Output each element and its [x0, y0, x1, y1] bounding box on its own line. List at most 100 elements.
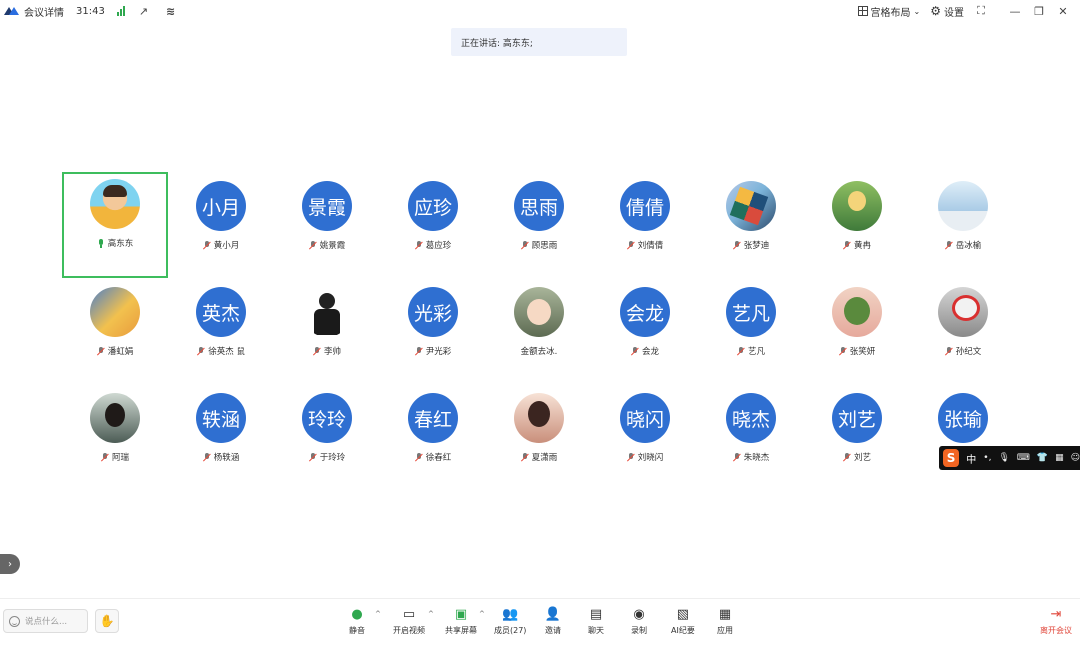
participant-tile[interactable]: 会龙 会龙 — [592, 280, 698, 386]
ai-notes-button[interactable]: ▧ AI纪要 — [671, 607, 695, 636]
ime-emoji-icon[interactable]: ☺ — [1071, 453, 1080, 463]
apps-button[interactable]: ▦ 应用 — [717, 607, 733, 636]
avatar: 晓杰 — [726, 393, 776, 443]
grid-layout-icon — [857, 6, 868, 16]
participant-tile[interactable]: 阿瑞 — [62, 386, 168, 492]
minimize-icon[interactable]: — — [1008, 5, 1022, 18]
participant-tile[interactable]: 倩倩 刘倩倩 — [592, 174, 698, 280]
settings-button[interactable]: ⚙ 设置 — [930, 4, 964, 19]
avatar: 应珍 — [408, 181, 458, 231]
participant-tile[interactable]: 张梦迪 — [698, 174, 804, 280]
invite-button[interactable]: 👤 邀请 — [545, 607, 561, 636]
close-icon[interactable]: ✕ — [1056, 5, 1070, 18]
participant-name-row: 岳冰榆 — [945, 239, 982, 251]
meeting-details-link[interactable]: 会议详情 — [24, 4, 64, 19]
signal-icon[interactable] — [116, 6, 125, 16]
participant-tile[interactable]: 刘艺 刘艺 — [804, 386, 910, 492]
participant-name-row: 葛应珍 — [415, 239, 451, 251]
participant-tile[interactable]: 小月 黄小月 — [168, 174, 274, 280]
participant-tile[interactable]: 景霞 姚景霞 — [274, 174, 380, 280]
chat-button[interactable]: ▤ 聊天 — [588, 607, 604, 636]
share-out-icon[interactable]: ↗ — [139, 5, 148, 18]
expand-panel-button[interactable]: › — [0, 554, 20, 574]
fullscreen-icon[interactable]: ⛶ — [974, 4, 988, 18]
participant-tile[interactable]: 晓杰朱晓杰 — [698, 386, 804, 492]
participant-name: 徐春红 — [425, 453, 452, 463]
chat-input[interactable]: 说点什么... — [3, 609, 88, 633]
participant-name: 孙纪文 — [955, 347, 982, 357]
mic-muted-icon — [945, 240, 953, 250]
participant-tile[interactable]: 英杰 徐英杰鼠 — [168, 280, 274, 386]
participant-tile[interactable]: 金额去冰. — [486, 280, 592, 386]
ime-language[interactable]: 中 — [966, 451, 976, 466]
participant-tile[interactable]: 轶涵 杨轶涵 — [168, 386, 274, 492]
participant-tile[interactable]: 潘虹娟 — [62, 280, 168, 386]
invite-icon: 👤 — [544, 607, 562, 622]
layout-dropdown[interactable]: 宫格布局 ⌄ — [857, 4, 920, 19]
exit-icon: ⇥ — [1050, 607, 1062, 622]
share-options-caret[interactable]: ^ — [479, 610, 485, 618]
mic-muted-icon — [415, 452, 423, 462]
participant-name: 张梦迪 — [743, 241, 770, 251]
avatar — [514, 393, 564, 443]
ime-mic-icon[interactable]: 🎙 — [998, 453, 1009, 463]
ime-logo-icon[interactable]: S — [943, 449, 960, 467]
leave-meeting-button[interactable]: ⇥ 离开会议 — [1040, 607, 1072, 636]
members-button[interactable]: 👥 成员(27) — [494, 607, 526, 636]
raise-hand-button[interactable]: ✋ — [95, 609, 119, 633]
ime-apps-icon[interactable]: ▦ — [1055, 453, 1064, 463]
participant-tile[interactable]: 孙纪文 — [910, 280, 1016, 386]
avatar: 倩倩 — [620, 181, 670, 231]
participant-tile[interactable]: 张瑜 — [910, 386, 1016, 492]
mute-options-caret[interactable]: ^ — [375, 610, 381, 618]
participant-tile[interactable]: 晓闪 刘晓闪 — [592, 386, 698, 492]
participant-name: 朱晓杰 — [743, 453, 770, 463]
participant-tile[interactable]: 张笑妍 — [804, 280, 910, 386]
participant-tile[interactable]: 春红徐春红 — [380, 386, 486, 492]
avatar — [514, 287, 564, 337]
participant-tile[interactable]: 夏潇雨 — [486, 386, 592, 492]
video-label: 开启视频 — [393, 626, 425, 635]
participant-tile[interactable]: 应珍 葛应珍 — [380, 174, 486, 280]
participant-name-row: 姚景霞 — [309, 239, 345, 251]
ime-punctuation-icon[interactable]: •, — [983, 453, 991, 463]
participant-name-row: 张梦迪 — [733, 239, 770, 251]
ime-skin-icon[interactable]: 👕 — [1037, 453, 1048, 463]
participant-name: 岳冰榆 — [955, 241, 982, 251]
restore-icon[interactable]: ❐ — [1032, 5, 1046, 18]
video-options-caret[interactable]: ^ — [428, 610, 434, 618]
participant-tile[interactable]: 玲玲 于玲玲 — [274, 386, 380, 492]
mic-muted-icon — [309, 240, 317, 250]
emoji-icon[interactable] — [9, 615, 20, 627]
participant-tile[interactable]: 光彩 尹光彩 — [380, 280, 486, 386]
participant-tile[interactable]: 李帅 — [274, 280, 380, 386]
mute-button[interactable]: ● 静音 — [349, 607, 365, 636]
record-button[interactable]: ◉ 录制 — [631, 607, 647, 636]
participant-tile[interactable]: 高东东 — [62, 172, 168, 278]
participant-name: 潘虹娟 — [107, 347, 134, 357]
mic-icon: ● — [351, 607, 363, 622]
mic-muted-icon — [737, 346, 745, 356]
mic-muted-icon — [733, 240, 741, 250]
avatar: 刘艺 — [832, 393, 882, 443]
participant-name: 会龙 — [641, 347, 659, 357]
layout-label: 宫格布局 — [870, 7, 911, 19]
settings-label: 设置 — [944, 7, 964, 19]
members-label: 成员(27) — [494, 626, 527, 635]
ime-keyboard-icon[interactable]: ⌨ — [1017, 453, 1030, 463]
mic-muted-icon — [627, 240, 635, 250]
avatar: 春红 — [408, 393, 458, 443]
participant-name-row: 会龙 — [631, 345, 659, 357]
participant-tile[interactable]: 黄冉 — [804, 174, 910, 280]
participant-tile[interactable]: 岳冰榆 — [910, 174, 1016, 280]
share-screen-button[interactable]: ▣ 共享屏幕 — [445, 607, 477, 636]
participant-name: 刘晓闪 — [637, 453, 664, 463]
participant-name-row: 潘虹娟 — [97, 345, 134, 357]
video-button[interactable]: ▭ 开启视频 — [393, 607, 425, 636]
app-badge-icon[interactable]: ≋ — [166, 5, 175, 18]
ime-toolbar[interactable]: S 中 •, 🎙 ⌨ 👕 ▦ ☺ — [939, 446, 1080, 470]
mic-muted-icon — [733, 452, 741, 462]
participant-tile[interactable]: 艺凡 艺凡 — [698, 280, 804, 386]
participant-tile[interactable]: 思雨 顾思雨 — [486, 174, 592, 280]
participant-name-row: 顾思雨 — [521, 239, 557, 251]
